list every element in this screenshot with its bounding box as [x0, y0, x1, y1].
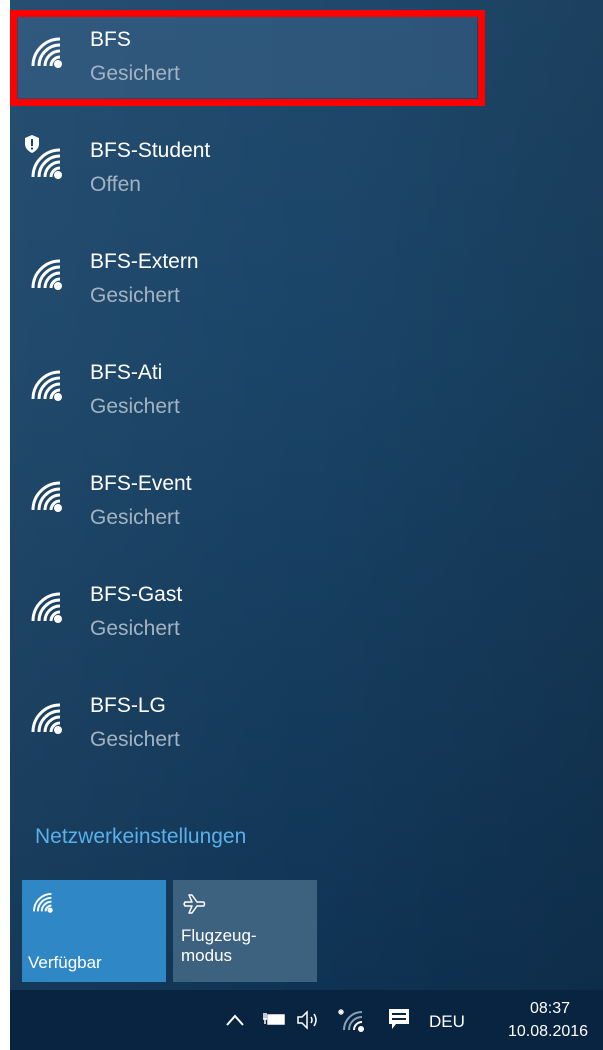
- network-name: BFS-Student: [90, 139, 211, 162]
- network-item-bfs[interactable]: BFS Gesichert: [10, 0, 603, 111]
- chevron-up-icon[interactable]: [226, 1014, 244, 1026]
- airplane-label-line1: Flugzeug-: [181, 926, 257, 945]
- network-name: BFS-Gast: [90, 583, 183, 606]
- network-name: BFS-Event: [90, 472, 192, 495]
- network-item-bfs-extern[interactable]: BFS-Extern Gesichert: [10, 222, 603, 333]
- wifi-icon: [32, 892, 53, 913]
- wifi-signal-icon: [31, 148, 62, 179]
- volume-icon[interactable]: [296, 1010, 322, 1030]
- wifi-icon[interactable]: [338, 1006, 368, 1032]
- network-name: BFS: [90, 28, 131, 51]
- network-name: BFS-Ati: [90, 361, 163, 384]
- language-indicator[interactable]: DEU: [429, 1012, 465, 1032]
- network-item-bfs-student[interactable]: BFS-Student Offen: [10, 111, 603, 222]
- network-item-bfs-lg[interactable]: BFS-LG Gesichert: [10, 666, 603, 777]
- wifi-signal-icon: [31, 37, 62, 68]
- wifi-signal-icon: [31, 703, 62, 734]
- airplane-mode-tile[interactable]: Flugzeug- modus: [173, 880, 317, 982]
- power-icon[interactable]: [262, 1010, 286, 1028]
- taskbar: DEU 08:37 10.08.2016: [10, 990, 603, 1050]
- airplane-label-line2: modus: [181, 946, 233, 965]
- network-status: Offen: [90, 173, 141, 196]
- network-item-bfs-gast[interactable]: BFS-Gast Gesichert: [10, 555, 603, 666]
- wifi-signal-icon: [31, 481, 62, 512]
- wifi-tile-label: Verfügbar: [28, 953, 102, 972]
- airplane-tile-label: Flugzeug- modus: [181, 926, 311, 966]
- network-status: Gesichert: [90, 284, 180, 307]
- network-status: Gesichert: [90, 506, 180, 529]
- clock-date[interactable]: 10.08.2016: [500, 1022, 596, 1042]
- airplane-icon: [183, 894, 206, 914]
- wifi-signal-icon: [31, 370, 62, 401]
- selected-network-background: [18, 14, 477, 98]
- wifi-flyout-panel: BFS Gesichert BFS-Student Offen BFS-Exte…: [10, 0, 603, 990]
- wifi-signal-icon: [31, 259, 62, 290]
- notification-icon[interactable]: [388, 1008, 410, 1030]
- network-name: BFS-Extern: [90, 250, 199, 273]
- network-item-bfs-event[interactable]: BFS-Event Gesichert: [10, 444, 603, 555]
- network-item-bfs-ati[interactable]: BFS-Ati Gesichert: [10, 333, 603, 444]
- wifi-toggle-tile[interactable]: Verfügbar: [22, 880, 166, 982]
- network-name: BFS-LG: [90, 694, 166, 717]
- network-settings-link[interactable]: Netzwerkeinstellungen: [35, 822, 246, 852]
- network-status: Gesichert: [90, 395, 180, 418]
- clock-time[interactable]: 08:37: [518, 999, 582, 1019]
- network-status: Gesichert: [90, 62, 180, 85]
- wifi-signal-icon: [31, 592, 62, 623]
- network-status: Gesichert: [90, 617, 180, 640]
- network-status: Gesichert: [90, 728, 180, 751]
